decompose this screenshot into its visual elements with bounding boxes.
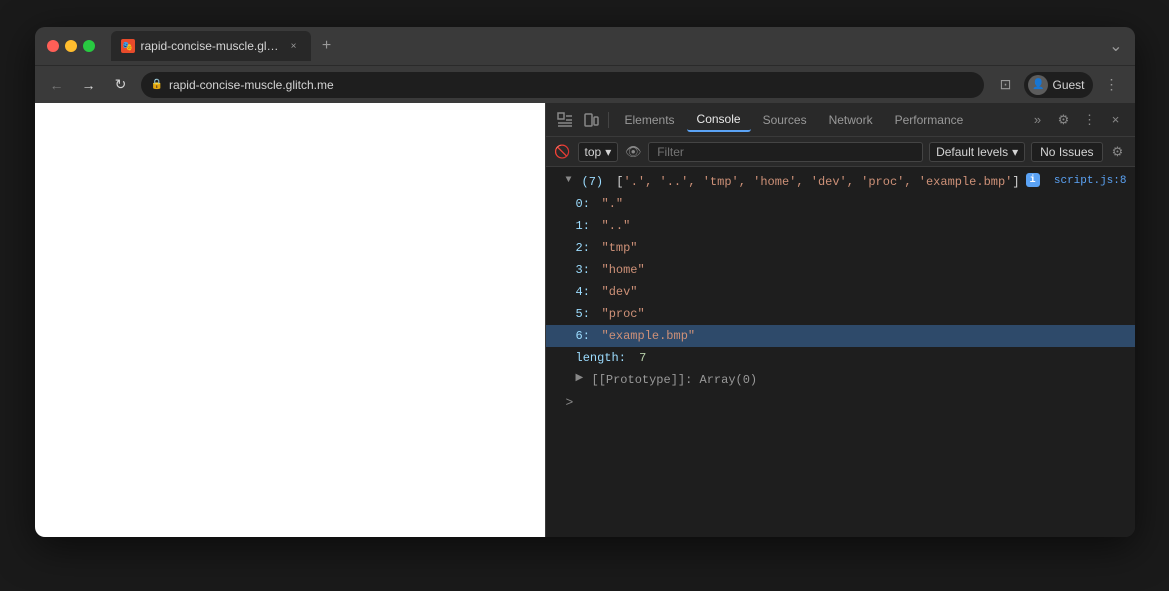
- inspect-element-icon[interactable]: [554, 109, 576, 131]
- minimize-traffic-light[interactable]: [65, 40, 77, 52]
- no-issues-button[interactable]: No Issues: [1031, 142, 1102, 162]
- traffic-lights: [47, 40, 95, 52]
- refresh-button[interactable]: ↻: [109, 73, 133, 97]
- forward-button[interactable]: →: [77, 73, 101, 97]
- console-prompt-icon: >: [566, 395, 576, 410]
- array-length-badge: (7): [582, 173, 604, 191]
- array-value-2: "tmp": [602, 239, 638, 257]
- devtools-close-icon[interactable]: ×: [1105, 109, 1127, 131]
- array-index-4: 4:: [576, 283, 596, 301]
- tab-area: 🎭 rapid-concise-muscle.glitch.m... × +: [111, 31, 1102, 61]
- info-badge: i: [1026, 173, 1040, 187]
- console-array-item-3: 3: "home": [546, 259, 1135, 281]
- console-filter-input[interactable]: [648, 142, 923, 162]
- length-value: 7: [632, 349, 646, 367]
- tab-title: rapid-concise-muscle.glitch.m...: [141, 39, 281, 53]
- array-value-1: "..": [602, 217, 631, 235]
- devtools-settings-icon[interactable]: ⚙: [1053, 109, 1075, 131]
- back-button[interactable]: ←: [45, 73, 69, 97]
- levels-label: Default levels: [936, 145, 1008, 159]
- account-label: Guest: [1052, 78, 1084, 92]
- tab-network[interactable]: Network: [819, 109, 883, 131]
- new-tab-button[interactable]: +: [315, 34, 339, 58]
- lock-icon: 🔒: [151, 79, 163, 90]
- console-array-item-6: 6: "example.bmp": [546, 325, 1135, 347]
- array-value-4: "dev": [602, 283, 638, 301]
- navigation-bar: ← → ↻ 🔒 rapid-concise-muscle.glitch.me ⊡…: [35, 65, 1135, 103]
- console-input-line: >: [546, 391, 1135, 414]
- array-index-2: 2:: [576, 239, 596, 257]
- devtools-tabs-right: » ⚙ ⋮ ×: [1027, 109, 1127, 131]
- array-summary-text: ['.', '..', 'tmp', 'home', 'dev', 'proc'…: [609, 173, 1019, 191]
- more-devtools-tabs-icon[interactable]: »: [1027, 109, 1049, 131]
- browser-content: Elements Console Sources Network Perform…: [35, 103, 1135, 537]
- window-expand-button[interactable]: ⌄: [1109, 36, 1122, 56]
- console-output: ▼ (7) ['.', '..', 'tmp', 'home', 'dev', …: [546, 167, 1135, 537]
- array-value-6: "example.bmp": [602, 327, 696, 345]
- console-context-dropdown[interactable]: top ▾: [578, 142, 619, 162]
- toolbar-separator: [608, 112, 609, 128]
- console-toolbar: 🚫 top ▾ 👁 Default levels ▾ No Issues ⚙: [546, 137, 1135, 167]
- console-prototype: ▶ [[Prototype]]: Array(0): [546, 369, 1135, 391]
- console-array-item-5: 5: "proc": [546, 303, 1135, 325]
- array-index-6: 6:: [576, 327, 596, 345]
- account-avatar: 👤: [1028, 75, 1048, 95]
- devtools-more-icon[interactable]: ⋮: [1079, 109, 1101, 131]
- device-toolbar-icon[interactable]: [580, 109, 602, 131]
- tab-close-button[interactable]: ×: [287, 39, 301, 53]
- console-array-item-1: 1: "..": [546, 215, 1135, 237]
- context-arrow-icon: ▾: [605, 145, 611, 159]
- devtools-toolbar: Elements Console Sources Network Perform…: [546, 103, 1135, 137]
- tab-sources[interactable]: Sources: [753, 109, 817, 131]
- tab-elements[interactable]: Elements: [615, 109, 685, 131]
- more-options-icon[interactable]: ⋮: [1099, 72, 1125, 98]
- levels-arrow-icon: ▾: [1012, 145, 1018, 159]
- bookmarks-icon[interactable]: ⊡: [992, 72, 1018, 98]
- context-label: top: [585, 145, 602, 159]
- console-settings-icon[interactable]: ⚙: [1109, 143, 1127, 161]
- console-array-item-2: 2: "tmp": [546, 237, 1135, 259]
- tab-performance[interactable]: Performance: [885, 109, 974, 131]
- page-content: [35, 103, 545, 537]
- browser-tab[interactable]: 🎭 rapid-concise-muscle.glitch.m... ×: [111, 31, 311, 61]
- browser-window: 🎭 rapid-concise-muscle.glitch.m... × + ⌄…: [35, 27, 1135, 537]
- length-key: length:: [576, 349, 626, 367]
- array-index-3: 3:: [576, 261, 596, 279]
- prototype-text: [[Prototype]]: Array(0): [592, 371, 758, 389]
- nav-right-icons: ⊡ 👤 Guest ⋮: [992, 72, 1124, 98]
- url-text: rapid-concise-muscle.glitch.me: [169, 78, 334, 92]
- array-value-0: ".": [602, 195, 624, 213]
- array-index-1: 1:: [576, 217, 596, 235]
- expand-arrow-icon[interactable]: ▼: [566, 173, 576, 188]
- array-value-5: "proc": [602, 305, 645, 323]
- array-value-3: "home": [602, 261, 645, 279]
- source-link[interactable]: script.js:8: [1054, 173, 1127, 190]
- array-index-5: 5:: [576, 305, 596, 323]
- close-traffic-light[interactable]: [47, 40, 59, 52]
- title-bar: 🎭 rapid-concise-muscle.glitch.m... × + ⌄: [35, 27, 1135, 65]
- console-eye-icon[interactable]: 👁: [624, 143, 642, 161]
- maximize-traffic-light[interactable]: [83, 40, 95, 52]
- console-array-length: length: 7: [546, 347, 1135, 369]
- tab-console[interactable]: Console: [687, 108, 751, 132]
- console-levels-dropdown[interactable]: Default levels ▾: [929, 142, 1025, 162]
- devtools-panel: Elements Console Sources Network Perform…: [545, 103, 1135, 537]
- console-clear-button[interactable]: 🚫: [554, 143, 572, 161]
- tab-favicon: 🎭: [121, 39, 135, 53]
- address-bar[interactable]: 🔒 rapid-concise-muscle.glitch.me: [141, 72, 985, 98]
- console-array-summary-line: ▼ (7) ['.', '..', 'tmp', 'home', 'dev', …: [546, 171, 1135, 193]
- array-index-0: 0:: [576, 195, 596, 213]
- devtools-tabs: Elements Console Sources Network Perform…: [615, 108, 974, 132]
- console-array-item-4: 4: "dev": [546, 281, 1135, 303]
- console-array-item-0: 0: ".": [546, 193, 1135, 215]
- account-button[interactable]: 👤 Guest: [1024, 72, 1092, 98]
- prototype-expand-icon[interactable]: ▶: [576, 371, 586, 386]
